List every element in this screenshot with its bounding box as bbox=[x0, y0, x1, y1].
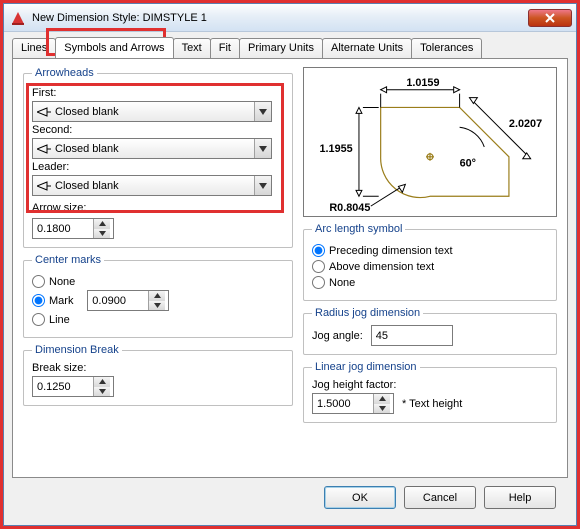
second-label: Second: bbox=[32, 124, 284, 136]
help-button[interactable]: Help bbox=[484, 486, 556, 509]
leader-arrowhead-combo[interactable]: Closed blank bbox=[32, 175, 272, 196]
leader-label: Leader: bbox=[32, 161, 284, 173]
chevron-down-icon bbox=[254, 176, 271, 195]
arc-preceding-label: Preceding dimension text bbox=[329, 245, 453, 257]
preview-dim-3: 2.0207 bbox=[509, 118, 542, 130]
closed-blank-arrow-icon bbox=[37, 181, 51, 191]
center-mark-size-spinner[interactable] bbox=[87, 290, 169, 311]
spin-down-icon[interactable] bbox=[94, 229, 110, 239]
preview-radius: R0.8045 bbox=[329, 202, 370, 214]
closed-blank-arrow-icon bbox=[37, 107, 51, 117]
arc-legend: Arc length symbol bbox=[312, 223, 405, 235]
tab-alternate-units[interactable]: Alternate Units bbox=[322, 38, 412, 58]
jog-height-spinner[interactable] bbox=[312, 393, 394, 414]
preview-angle: 60° bbox=[460, 158, 476, 170]
jog-height-input[interactable] bbox=[313, 394, 373, 413]
break-size-spinner[interactable] bbox=[32, 376, 114, 397]
first-label: First: bbox=[32, 87, 284, 99]
tab-text-label: Text bbox=[182, 42, 202, 54]
arrow-size-input[interactable] bbox=[33, 219, 93, 238]
arrow-size-spinner[interactable] bbox=[32, 218, 114, 239]
tab-text[interactable]: Text bbox=[173, 38, 211, 58]
first-arrowhead-value: Closed blank bbox=[55, 106, 119, 118]
tab-lines[interactable]: Lines bbox=[12, 38, 56, 58]
tab-alternate-label: Alternate Units bbox=[331, 42, 403, 54]
tab-symbols-arrows[interactable]: Symbols and Arrows bbox=[55, 37, 173, 58]
jog-height-label: Jog height factor: bbox=[312, 379, 548, 391]
center-line-option[interactable]: Line bbox=[32, 313, 75, 326]
tab-bar: Lines Symbols and Arrows Text Fit Primar… bbox=[12, 38, 568, 58]
arc-none-label: None bbox=[329, 277, 355, 289]
center-mark-size-input[interactable] bbox=[88, 291, 148, 310]
cancel-label: Cancel bbox=[423, 492, 457, 504]
arc-above-option[interactable]: Above dimension text bbox=[312, 260, 548, 273]
arrow-size-label: Arrow size: bbox=[32, 202, 284, 214]
tab-primary-label: Primary Units bbox=[248, 42, 314, 54]
arc-none-option[interactable]: None bbox=[312, 276, 548, 289]
arc-above-label: Above dimension text bbox=[329, 261, 434, 273]
chevron-down-icon bbox=[254, 102, 271, 121]
linear-jog-legend: Linear jog dimension bbox=[312, 361, 420, 373]
jog-angle-input[interactable] bbox=[371, 325, 453, 346]
center-line-label: Line bbox=[49, 314, 70, 326]
spin-down-icon[interactable] bbox=[149, 301, 165, 311]
spin-up-icon[interactable] bbox=[149, 291, 165, 301]
tab-primary-units[interactable]: Primary Units bbox=[239, 38, 323, 58]
window-title: New Dimension Style: DIMSTYLE 1 bbox=[32, 12, 528, 24]
center-none-option[interactable]: None bbox=[32, 275, 75, 288]
cancel-button[interactable]: Cancel bbox=[404, 486, 476, 509]
help-label: Help bbox=[509, 492, 532, 504]
close-button[interactable] bbox=[528, 9, 572, 27]
tab-symbols-label: Symbols and Arrows bbox=[64, 42, 164, 54]
center-mark-option[interactable]: Mark bbox=[32, 294, 75, 307]
center-marks-group: Center marks None Mark Line bbox=[23, 254, 293, 338]
preview-dim-2: 1.1955 bbox=[319, 143, 352, 155]
ok-button[interactable]: OK bbox=[324, 486, 396, 509]
arc-preceding-option[interactable]: Preceding dimension text bbox=[312, 244, 548, 257]
dim-break-legend: Dimension Break bbox=[32, 344, 122, 356]
second-arrowhead-value: Closed blank bbox=[55, 143, 119, 155]
tab-tolerances[interactable]: Tolerances bbox=[411, 38, 482, 58]
tab-tolerances-label: Tolerances bbox=[420, 42, 473, 54]
arrowheads-group: Arrowheads First: Closed blank Second: bbox=[23, 67, 293, 248]
spin-up-icon[interactable] bbox=[374, 394, 390, 404]
tab-lines-label: Lines bbox=[21, 42, 47, 54]
spin-down-icon[interactable] bbox=[374, 404, 390, 414]
button-bar: OK Cancel Help bbox=[12, 478, 568, 509]
spin-up-icon[interactable] bbox=[94, 377, 110, 387]
jog-height-suffix: * Text height bbox=[402, 398, 462, 410]
spin-down-icon[interactable] bbox=[94, 387, 110, 397]
jog-angle-label: Jog angle: bbox=[312, 330, 363, 342]
radius-jog-group: Radius jog dimension Jog angle: bbox=[303, 307, 557, 355]
center-mark-label: Mark bbox=[49, 295, 73, 307]
closed-blank-arrow-icon bbox=[37, 144, 51, 154]
center-none-label: None bbox=[49, 276, 75, 288]
tab-fit[interactable]: Fit bbox=[210, 38, 240, 58]
first-arrowhead-combo[interactable]: Closed blank bbox=[32, 101, 272, 122]
center-marks-legend: Center marks bbox=[32, 254, 104, 266]
spin-up-icon[interactable] bbox=[94, 219, 110, 229]
ok-label: OK bbox=[352, 492, 368, 504]
tab-fit-label: Fit bbox=[219, 42, 231, 54]
preview-dim-1: 1.0159 bbox=[406, 77, 439, 89]
app-icon bbox=[10, 10, 26, 26]
leader-arrowhead-value: Closed blank bbox=[55, 180, 119, 192]
break-size-input[interactable] bbox=[33, 377, 93, 396]
arc-length-symbol-group: Arc length symbol Preceding dimension te… bbox=[303, 223, 557, 301]
break-size-label: Break size: bbox=[32, 362, 284, 374]
dimension-break-group: Dimension Break Break size: bbox=[23, 344, 293, 406]
titlebar: New Dimension Style: DIMSTYLE 1 bbox=[4, 4, 576, 32]
chevron-down-icon bbox=[254, 139, 271, 158]
tab-panel: Arrowheads First: Closed blank Second: bbox=[12, 58, 568, 478]
second-arrowhead-combo[interactable]: Closed blank bbox=[32, 138, 272, 159]
arrowheads-legend: Arrowheads bbox=[32, 67, 97, 79]
radius-jog-legend: Radius jog dimension bbox=[312, 307, 423, 319]
linear-jog-group: Linear jog dimension Jog height factor: bbox=[303, 361, 557, 423]
dialog-window: New Dimension Style: DIMSTYLE 1 Lines Sy… bbox=[3, 3, 577, 526]
dimension-preview: 1.0159 1.1955 2.0207 60° R0.8045 bbox=[303, 67, 557, 217]
